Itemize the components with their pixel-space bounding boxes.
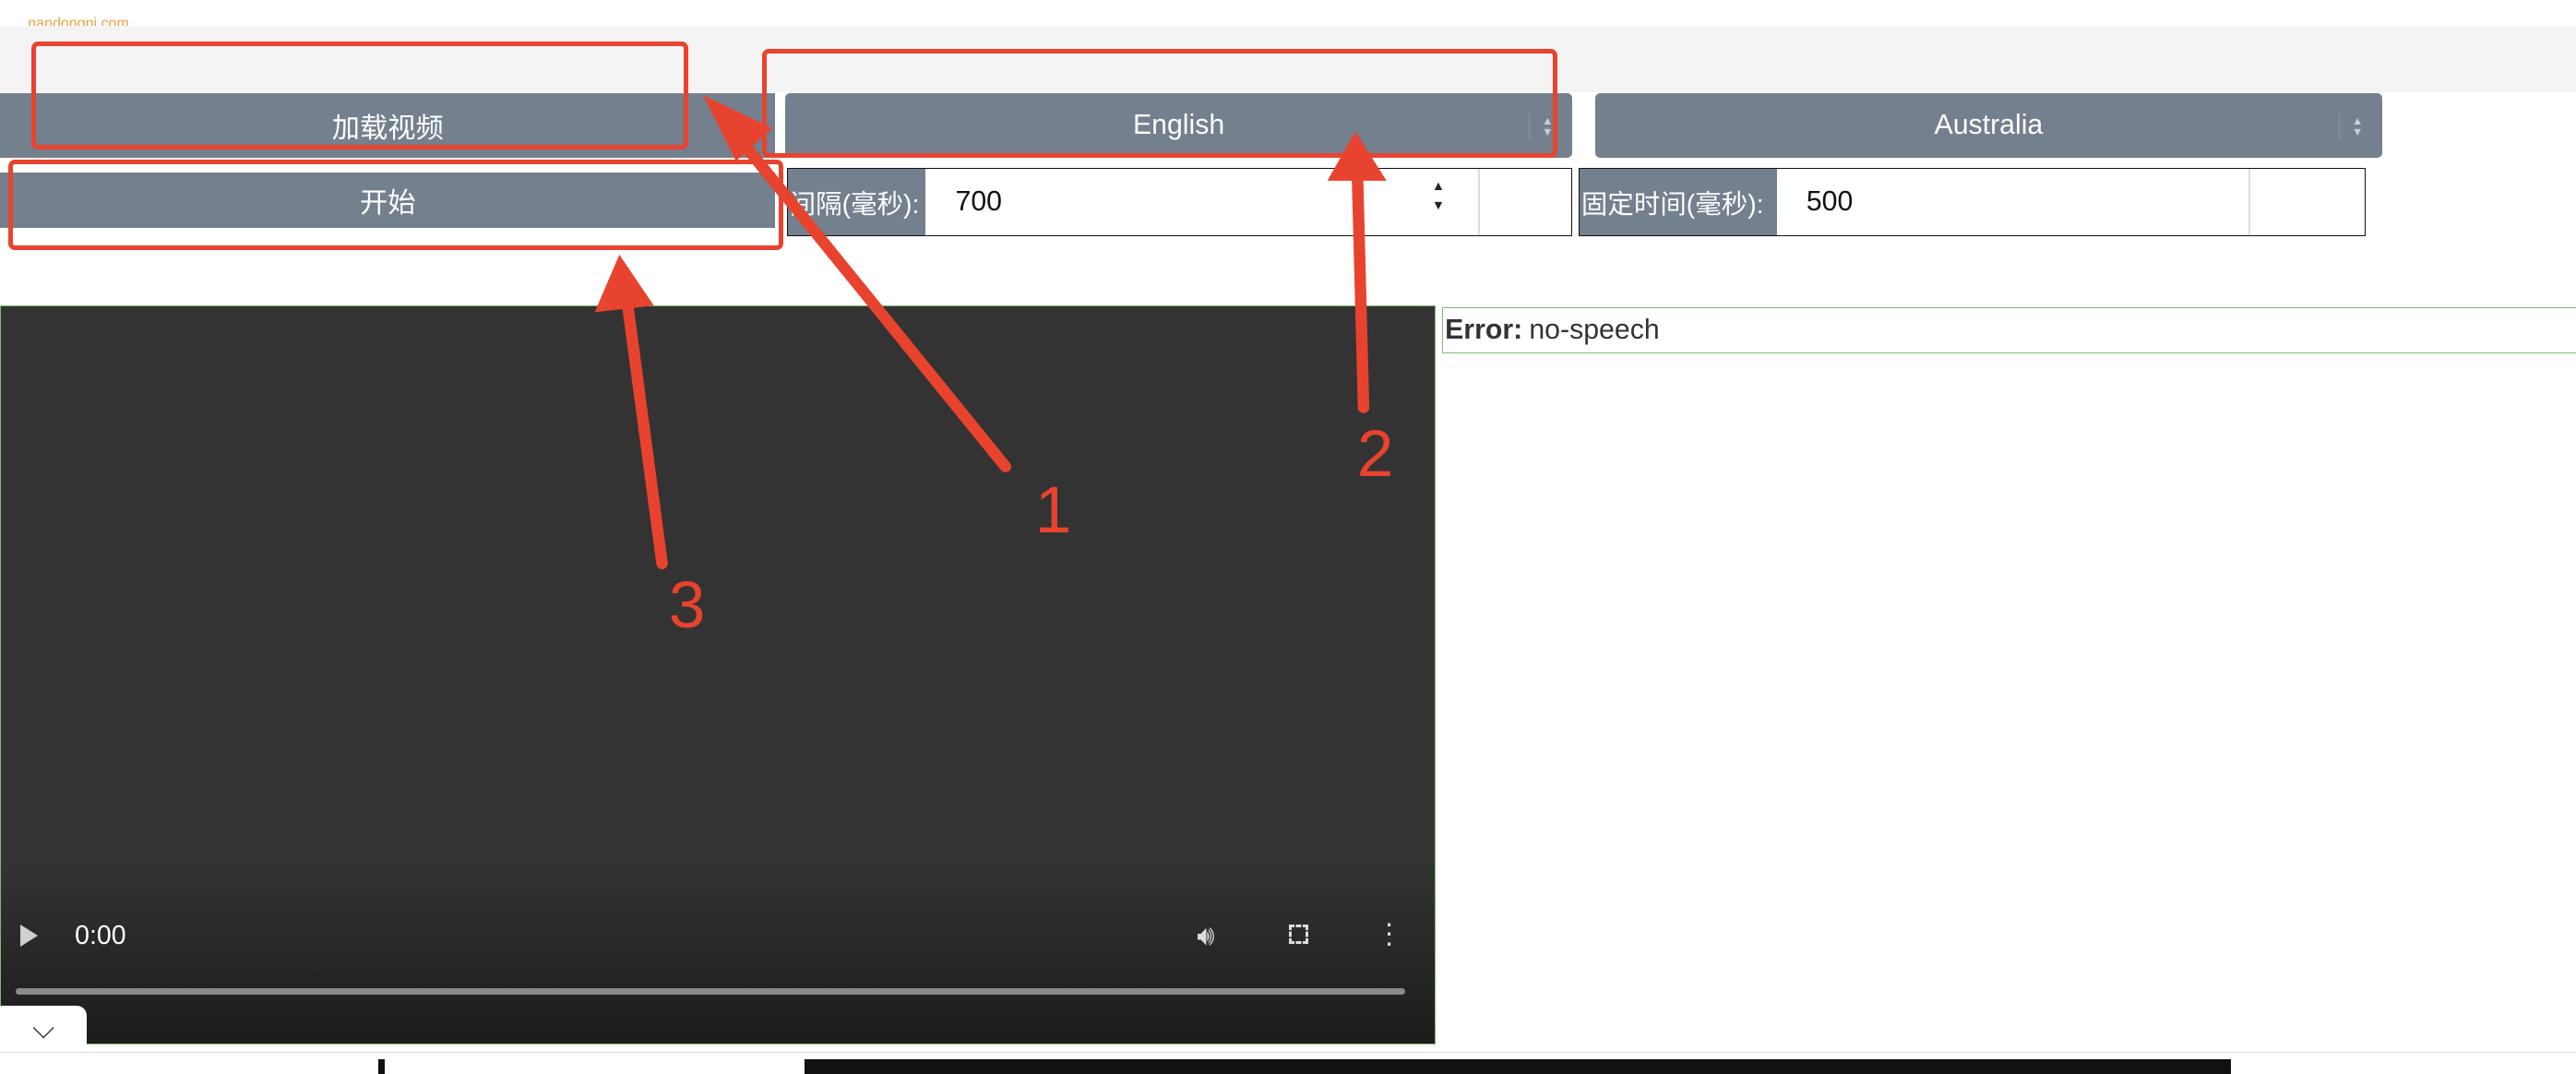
annotation-number-1: 1 [1034, 473, 1072, 547]
annotation-number-3: 3 [668, 569, 706, 643]
annotation-number-2: 2 [1356, 418, 1394, 492]
annotation-arrows [594, 95, 1387, 569]
